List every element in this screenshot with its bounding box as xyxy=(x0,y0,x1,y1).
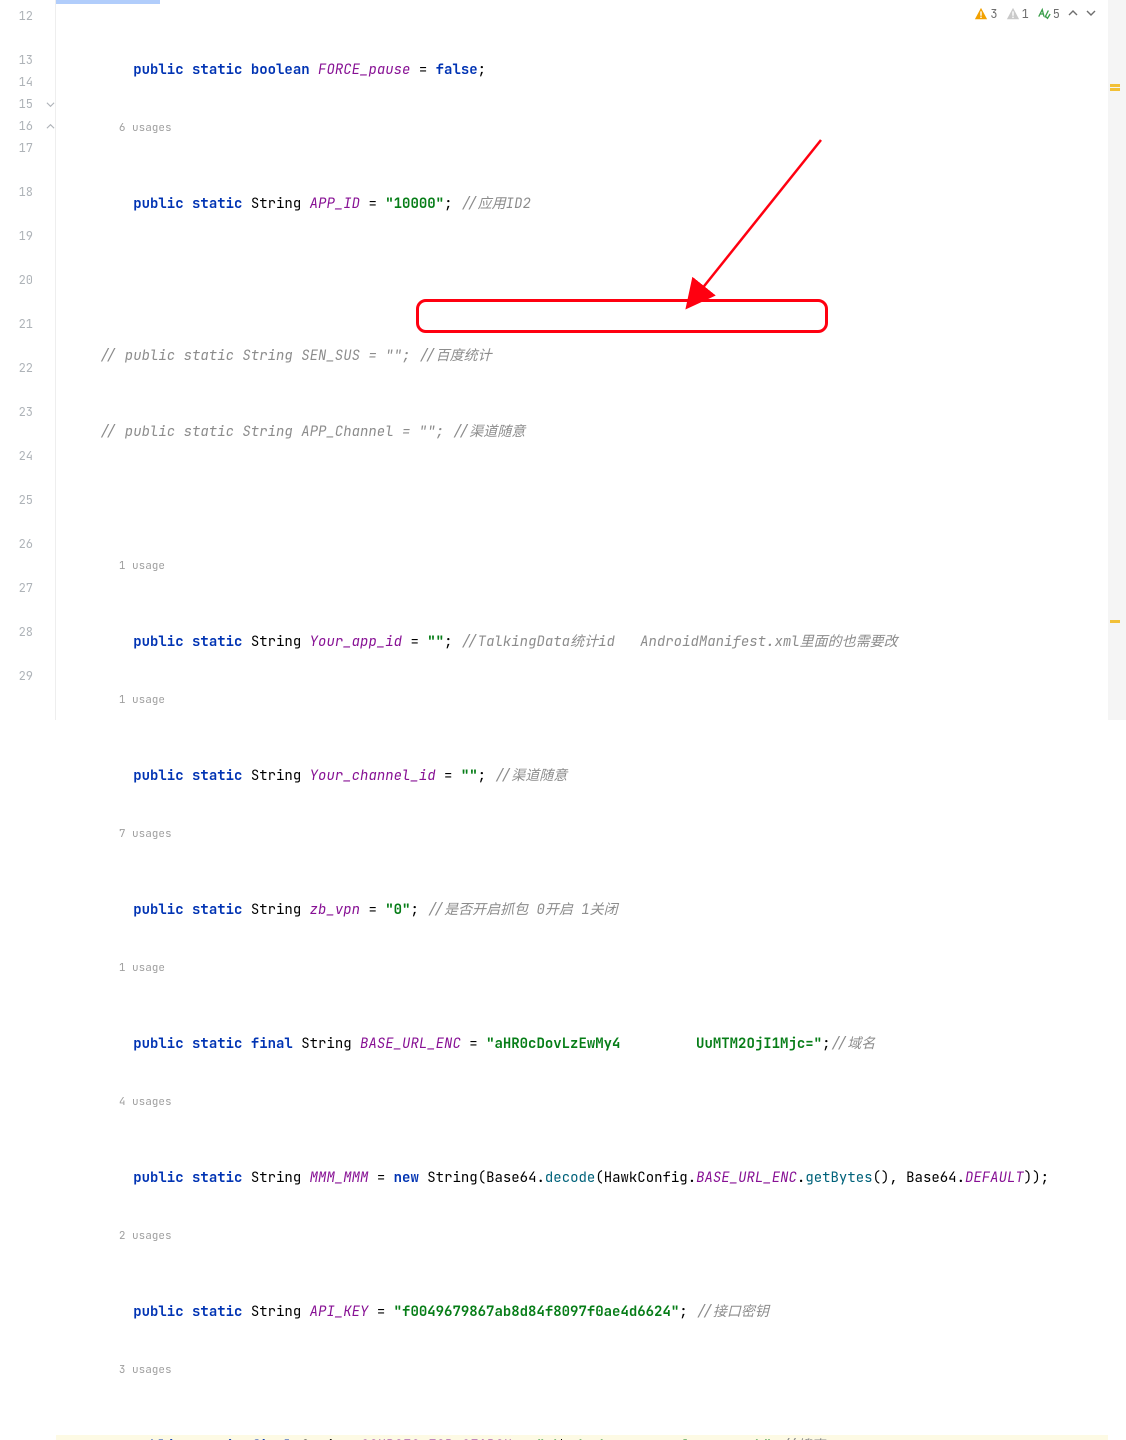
usage-hint[interactable]: 1 usage xyxy=(56,957,1108,979)
code-line[interactable]: public static String Your_channel_id = "… xyxy=(56,765,1108,787)
keyword: static xyxy=(192,61,242,79)
usage-hint[interactable]: 4 usages xyxy=(56,1091,1108,1113)
inspection-up-icon[interactable] xyxy=(1068,6,1078,22)
line-number[interactable]: 20 xyxy=(0,269,55,291)
code-editor[interactable]: 3 1 5 12 13 14 15 16 17 18 19 20 21 xyxy=(0,0,1126,720)
field-name: FORCE_pause xyxy=(318,61,410,79)
line-number[interactable]: 12 xyxy=(0,5,55,27)
error-stripe-rail[interactable] xyxy=(1108,0,1126,720)
line-number[interactable]: 26 xyxy=(0,533,55,555)
warning-strong-count[interactable]: 3 xyxy=(974,6,997,22)
annotation-highlight-box xyxy=(416,299,828,333)
line-number[interactable]: 27 xyxy=(0,577,55,599)
rail-warning-marker[interactable] xyxy=(1110,84,1120,87)
comment: //是否开启抓包 0开启 1关闭 xyxy=(427,901,617,919)
code-line[interactable] xyxy=(56,497,1108,519)
code-line[interactable]: public static String zb_vpn = "0"; //是否开… xyxy=(56,899,1108,921)
line-number[interactable]: 18 xyxy=(0,181,55,203)
comment: //TalkingData统计id AndroidManifest.xml里面的… xyxy=(461,633,898,651)
comment: //接口密钥 xyxy=(696,1303,769,1321)
usage-hint[interactable]: 7 usages xyxy=(56,823,1108,845)
code-line[interactable]: public static boolean FORCE_pause = fals… xyxy=(56,59,1108,81)
line-number[interactable]: 23 xyxy=(0,401,55,423)
warning-weak-count[interactable]: 1 xyxy=(1006,6,1029,22)
inspection-down-icon[interactable] xyxy=(1086,6,1096,22)
code-line[interactable] xyxy=(56,269,1108,291)
fold-marker-icon[interactable] xyxy=(44,93,56,115)
usage-hint[interactable]: 3 usages xyxy=(56,1359,1108,1381)
typo-count[interactable]: 5 xyxy=(1037,6,1060,22)
line-number[interactable]: 25 xyxy=(0,489,55,511)
code-area[interactable]: public static boolean FORCE_pause = fals… xyxy=(56,0,1108,720)
code-line[interactable]: public static final String BASE_URL_ENC … xyxy=(56,1033,1108,1055)
comment: //域名 xyxy=(830,1035,875,1053)
code-line[interactable]: public static String API_KEY = "f0049679… xyxy=(56,1301,1108,1323)
line-number[interactable]: 17 xyxy=(0,137,55,159)
code-line[interactable]: public static String APP_ID = "10000"; /… xyxy=(56,193,1108,215)
comment: //渠道随意 xyxy=(494,767,567,785)
line-number[interactable]: 28 xyxy=(0,621,55,643)
line-gutter[interactable]: 12 13 14 15 16 17 18 19 20 21 22 23 24 2… xyxy=(0,0,56,720)
code-line[interactable]: // public static String APP_Channel = ""… xyxy=(56,421,1108,443)
line-number[interactable]: 14 xyxy=(0,71,55,93)
keyword: false xyxy=(436,61,478,79)
usage-hint[interactable]: 6 usages xyxy=(56,117,1108,139)
rail-warning-marker[interactable] xyxy=(1110,88,1120,91)
usage-hint[interactable]: 1 usage xyxy=(56,555,1108,577)
keyword: boolean xyxy=(251,61,310,79)
rail-warning-marker[interactable] xyxy=(1110,620,1120,623)
keyword: public xyxy=(133,61,183,79)
code-line[interactable]: public static String MMM_MMM = new Strin… xyxy=(56,1167,1108,1189)
line-number[interactable]: 22 xyxy=(0,357,55,379)
line-number[interactable]: 24 xyxy=(0,445,55,467)
usage-hint[interactable]: 1 usage xyxy=(56,689,1108,711)
code-line-current[interactable]: public static final String SOURCES_FOR_S… xyxy=(56,1435,1108,1440)
usage-hint[interactable]: 2 usages xyxy=(56,1225,1108,1247)
code-line[interactable]: public static String Your_app_id = ""; /… xyxy=(56,631,1108,653)
line-number[interactable]: 29 xyxy=(0,665,55,687)
comment: // public static String APP_Channel = ""… xyxy=(100,423,526,441)
line-number[interactable]: 21 xyxy=(0,313,55,335)
fold-marker-icon[interactable] xyxy=(44,115,56,137)
comment: //搜索 xyxy=(780,1437,825,1440)
comment: // public static String SEN_SUS = ""; //… xyxy=(100,347,492,365)
string-literal: "10000" xyxy=(385,195,444,213)
line-number[interactable]: 13 xyxy=(0,49,55,71)
line-number[interactable]: 19 xyxy=(0,225,55,247)
comment: //应用ID2 xyxy=(461,195,531,213)
string-literal: "aHR0cDovLzEwMy4 UuMTM2OjI1Mjc=" xyxy=(486,1035,822,1053)
inspection-widget[interactable]: 3 1 5 xyxy=(970,6,1100,22)
code-line[interactable]: // public static String SEN_SUS = ""; //… xyxy=(56,345,1108,367)
